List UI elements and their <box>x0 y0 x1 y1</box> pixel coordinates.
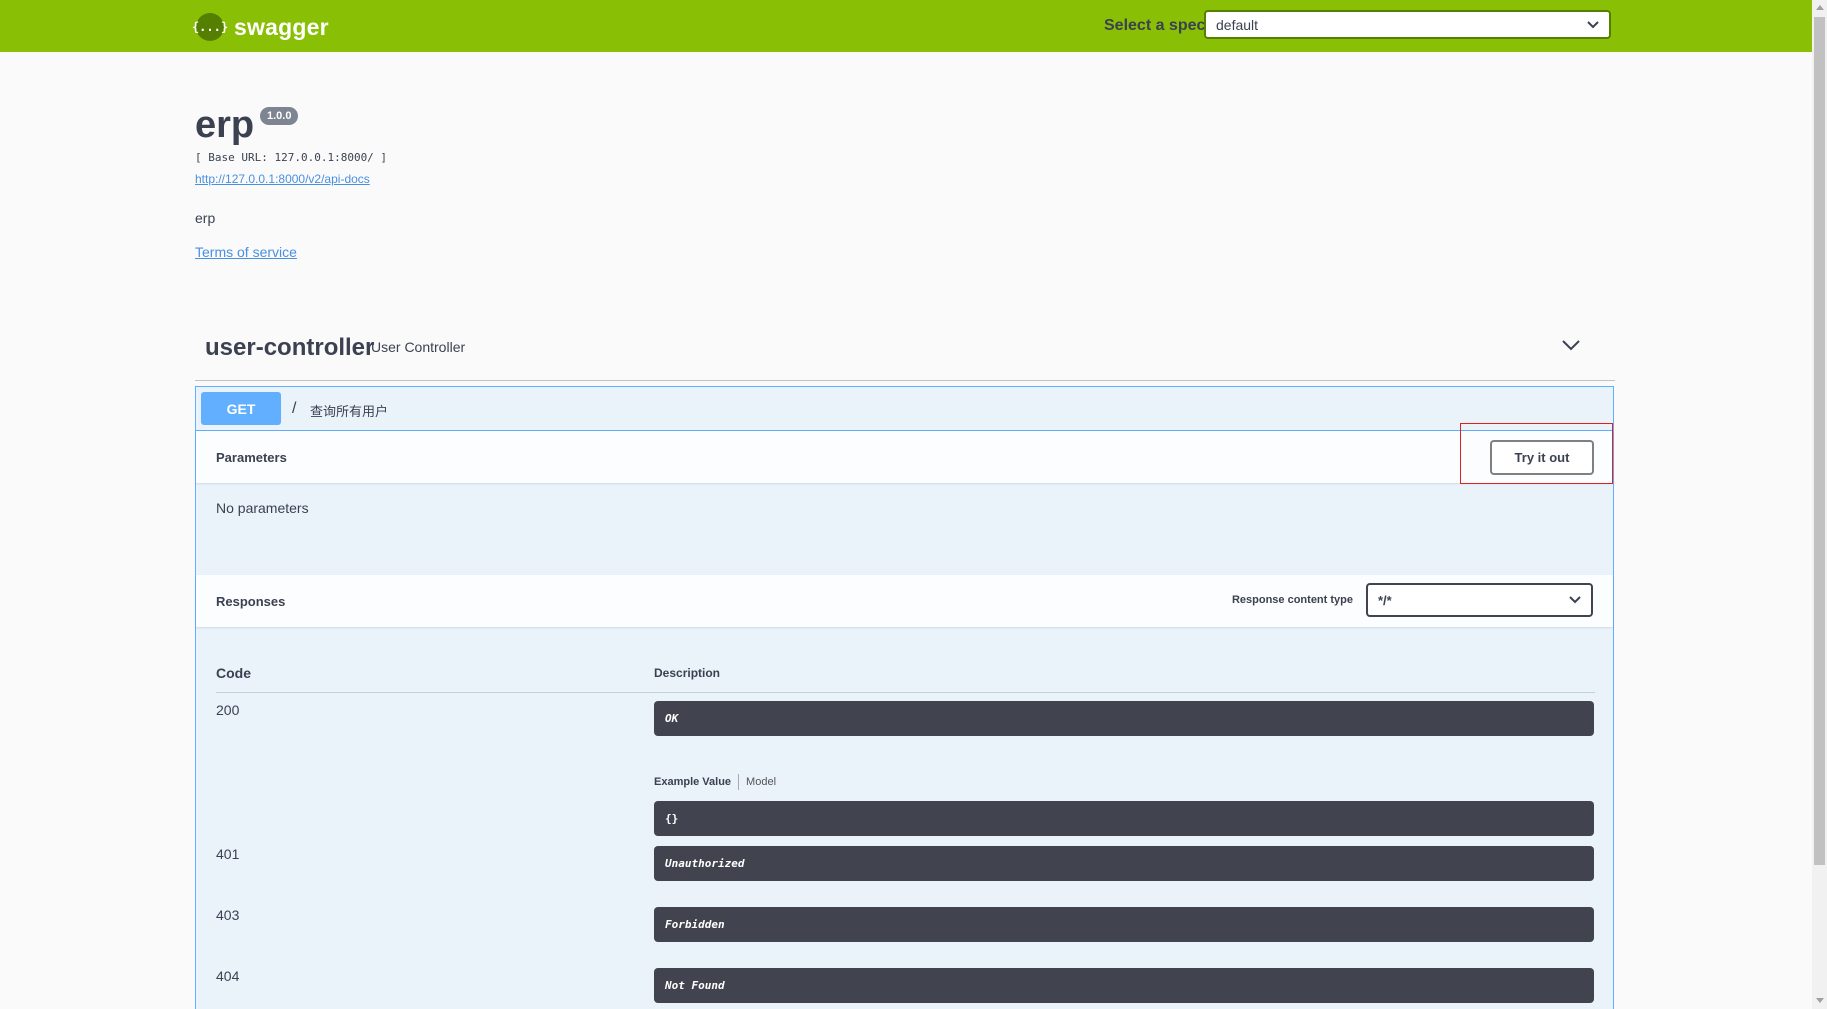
scroll-thumb[interactable] <box>1814 17 1825 865</box>
response-content-type-value: */* <box>1378 592 1392 608</box>
operation-summary[interactable]: GET / 查询所有用户 <box>196 387 1613 431</box>
parameters-title: Parameters <box>216 450 287 465</box>
tag-name: user-controller <box>205 334 375 361</box>
responses-header: Responses Response content type */* <box>196 575 1613 627</box>
swagger-logo[interactable]: {...} swagger <box>192 13 329 41</box>
response-code: 200 <box>216 702 240 718</box>
response-code: 404 <box>216 968 240 984</box>
operation-path: / <box>292 400 297 417</box>
api-docs-link[interactable]: http://127.0.0.1:8000/v2/api-docs <box>195 172 370 186</box>
column-code: Code <box>216 665 251 681</box>
responses-title: Responses <box>216 594 286 609</box>
tag-description: User Controller <box>371 339 466 355</box>
scroll-down-arrow-icon[interactable] <box>1816 998 1824 1003</box>
responses-table-header: Code Description <box>216 662 1595 693</box>
response-description: Forbidden <box>654 907 1594 942</box>
tag-header[interactable]: user-controller User Controller <box>195 325 1615 381</box>
column-description: Description <box>654 666 721 680</box>
model-tab[interactable]: Model <box>746 776 776 788</box>
response-content-type-select[interactable]: */* <box>1366 583 1593 617</box>
parameters-header: Parameters Try it out <box>196 431 1613 483</box>
spec-select-value: default <box>1216 16 1259 33</box>
scrollbar[interactable] <box>1812 0 1827 1009</box>
spec-label: Select a spec <box>1104 17 1206 34</box>
chevron-down-icon <box>1587 20 1599 28</box>
try-it-out-highlight <box>1460 423 1613 484</box>
logo-text: swagger <box>234 13 329 40</box>
api-title: erp <box>195 104 255 146</box>
topbar: {...} swagger Select a spec default <box>0 0 1812 52</box>
chevron-down-icon <box>1569 596 1581 604</box>
chevron-down-icon[interactable] <box>1562 339 1580 351</box>
response-description: Unauthorized <box>654 846 1594 881</box>
response-code: 403 <box>216 907 240 923</box>
swagger-logo-icon: {...} <box>192 13 228 41</box>
method-badge: GET <box>201 392 281 425</box>
scroll-up-arrow-icon[interactable] <box>1816 5 1824 10</box>
tab-divider <box>738 774 740 790</box>
spec-select[interactable]: default <box>1204 10 1611 39</box>
response-content-type-label: Response content type <box>1231 594 1353 606</box>
response-description: Not Found <box>654 968 1594 1003</box>
response-code: 401 <box>216 846 240 862</box>
version-badge: 1.0.0 <box>260 107 299 125</box>
terms-of-service-link[interactable]: Terms of service <box>195 244 297 260</box>
api-description: erp <box>195 210 216 226</box>
example-value-code: {} <box>654 801 1594 836</box>
response-description: OK <box>654 701 1594 736</box>
example-tabs: Example Value Model <box>654 774 776 790</box>
example-value-tab[interactable]: Example Value <box>654 776 731 788</box>
operation-block: GET / 查询所有用户 Parameters Try it out No pa… <box>195 386 1614 1009</box>
no-parameters-text: No parameters <box>216 500 309 516</box>
operation-summary-text: 查询所有用户 <box>310 404 389 419</box>
base-url: [ Base URL: 127.0.0.1:8000/ ] <box>195 151 388 164</box>
